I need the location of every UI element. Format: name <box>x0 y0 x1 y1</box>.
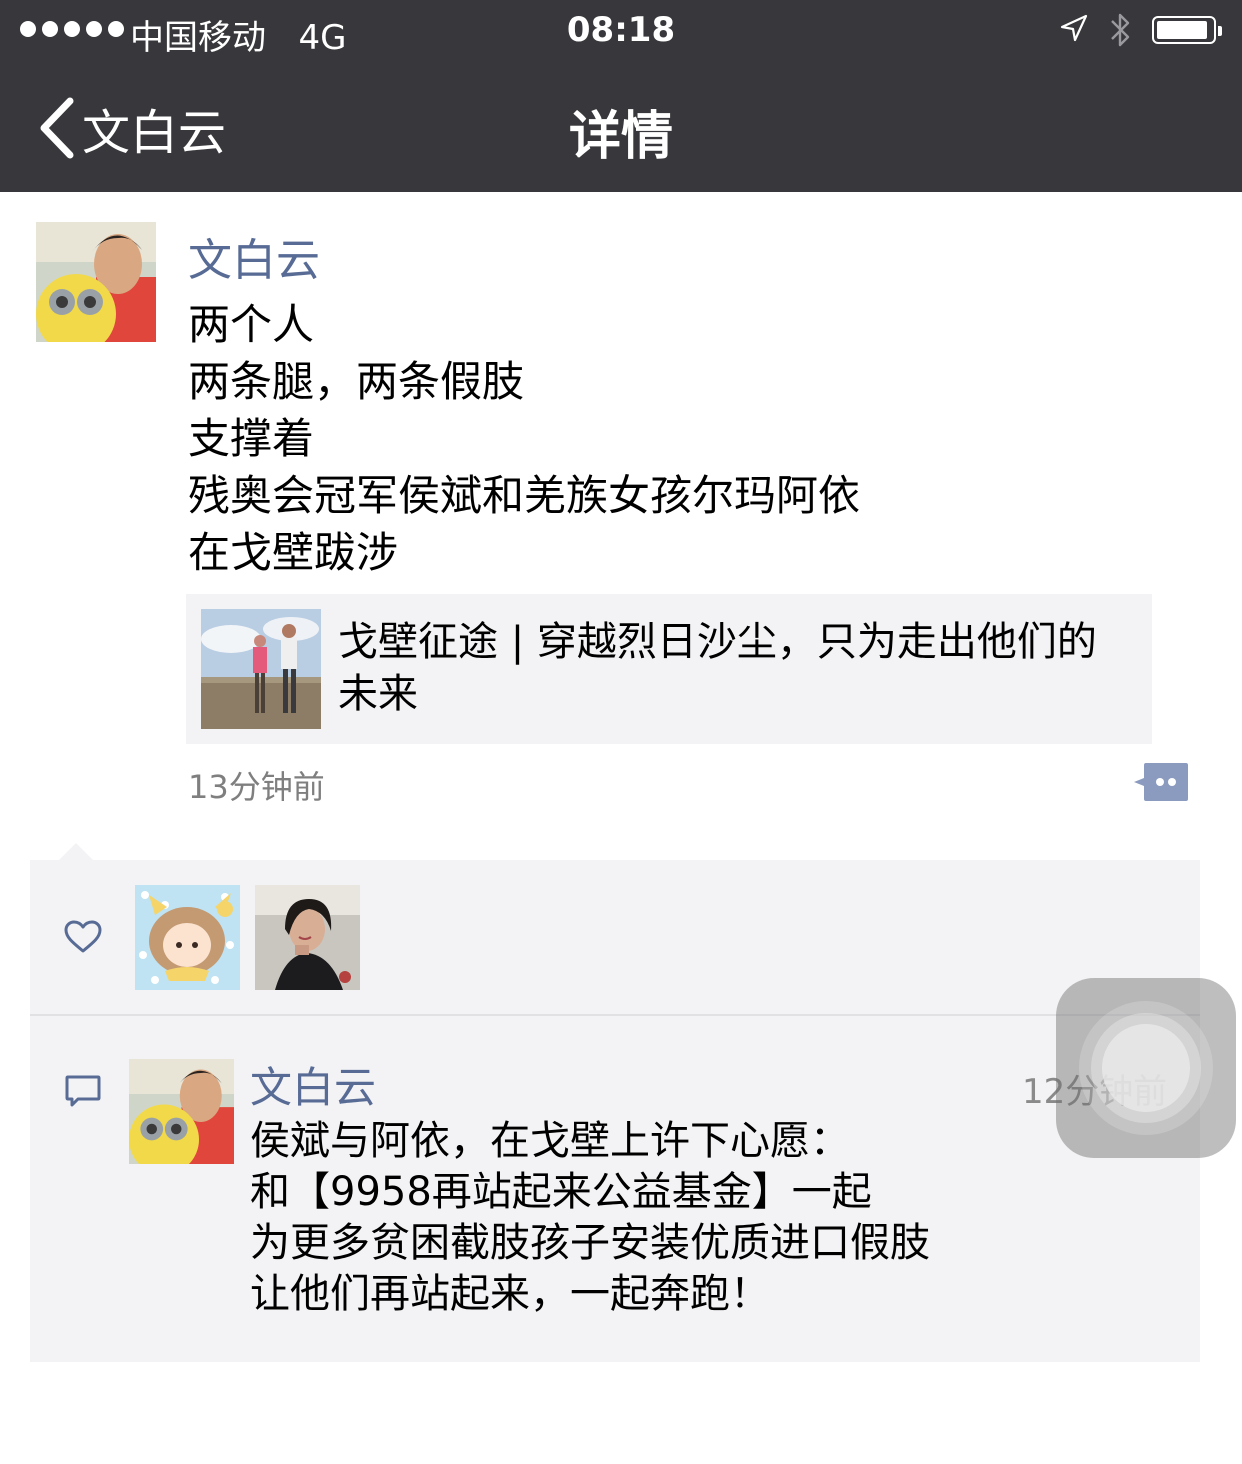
liker-avatar-cartoon-girl[interactable] <box>135 885 240 990</box>
panel-divider <box>30 1014 1200 1016</box>
bluetooth-icon <box>1106 10 1134 59</box>
page-title: 详情 <box>568 107 673 167</box>
post-author-avatar[interactable] <box>36 222 156 342</box>
comment-action-button[interactable] <box>1132 761 1190 803</box>
panel-pointer <box>58 843 94 861</box>
shared-link-card[interactable]: 戈壁征途 | 穿越烈日沙尘，只为走出他们的未来 <box>186 594 1152 744</box>
post-line: 在戈壁跋涉 <box>188 528 399 577</box>
post-line: 残奥会冠军侯斌和羌族女孩尔玛阿依 <box>188 471 861 520</box>
comment-line: 侯斌与阿依，在戈壁上许下心愿： <box>250 1118 850 1164</box>
heart-outline-icon <box>64 920 102 954</box>
post-timestamp: 13分钟前 <box>188 768 325 806</box>
assistive-touch-button[interactable] <box>1056 978 1236 1158</box>
post-body: 两个人两条腿，两条假肢 支撑着残奥会冠军侯斌和羌族女孩尔玛阿依 在戈壁跋涉 <box>188 296 860 581</box>
link-title: 戈壁征途 | 穿越烈日沙尘，只为走出他们的未来 <box>338 619 1097 717</box>
commenter-name[interactable]: 文白云 <box>250 1054 376 1115</box>
status-time: 08:18 <box>566 10 676 50</box>
post-line: 两个人 <box>188 300 315 349</box>
speech-bubble-icon <box>64 1074 102 1108</box>
post-line: 支撑着 <box>188 414 315 463</box>
status-bar: 中国移动 4G 08:18 <box>0 0 1242 64</box>
liker-avatar-woman[interactable] <box>255 885 360 990</box>
comment-line: 和【9958再站起来公益基金】一起 <box>250 1169 872 1215</box>
navigation-bar: 文白云 详情 <box>0 64 1242 192</box>
battery-icon <box>1152 16 1222 44</box>
location-arrow-icon <box>1058 12 1090 53</box>
comment-body: 侯斌与阿依，在戈壁上许下心愿： 和【9958再站起来公益基金】一起为更多贫困截肢孩… <box>250 1116 930 1320</box>
commenter-avatar[interactable] <box>129 1059 234 1164</box>
link-thumbnail <box>201 609 321 729</box>
comment-line: 为更多贫困截肢孩子安装优质进口假肢 <box>250 1220 930 1266</box>
post-author-name[interactable]: 文白云 <box>188 224 320 288</box>
comment-line: 让他们再站起来，一起奔跑！ <box>250 1271 770 1317</box>
top-bar: 中国移动 4G 08:18 文白云 详情 <box>0 0 1242 192</box>
post-line: 两条腿，两条假肢 <box>188 357 525 406</box>
